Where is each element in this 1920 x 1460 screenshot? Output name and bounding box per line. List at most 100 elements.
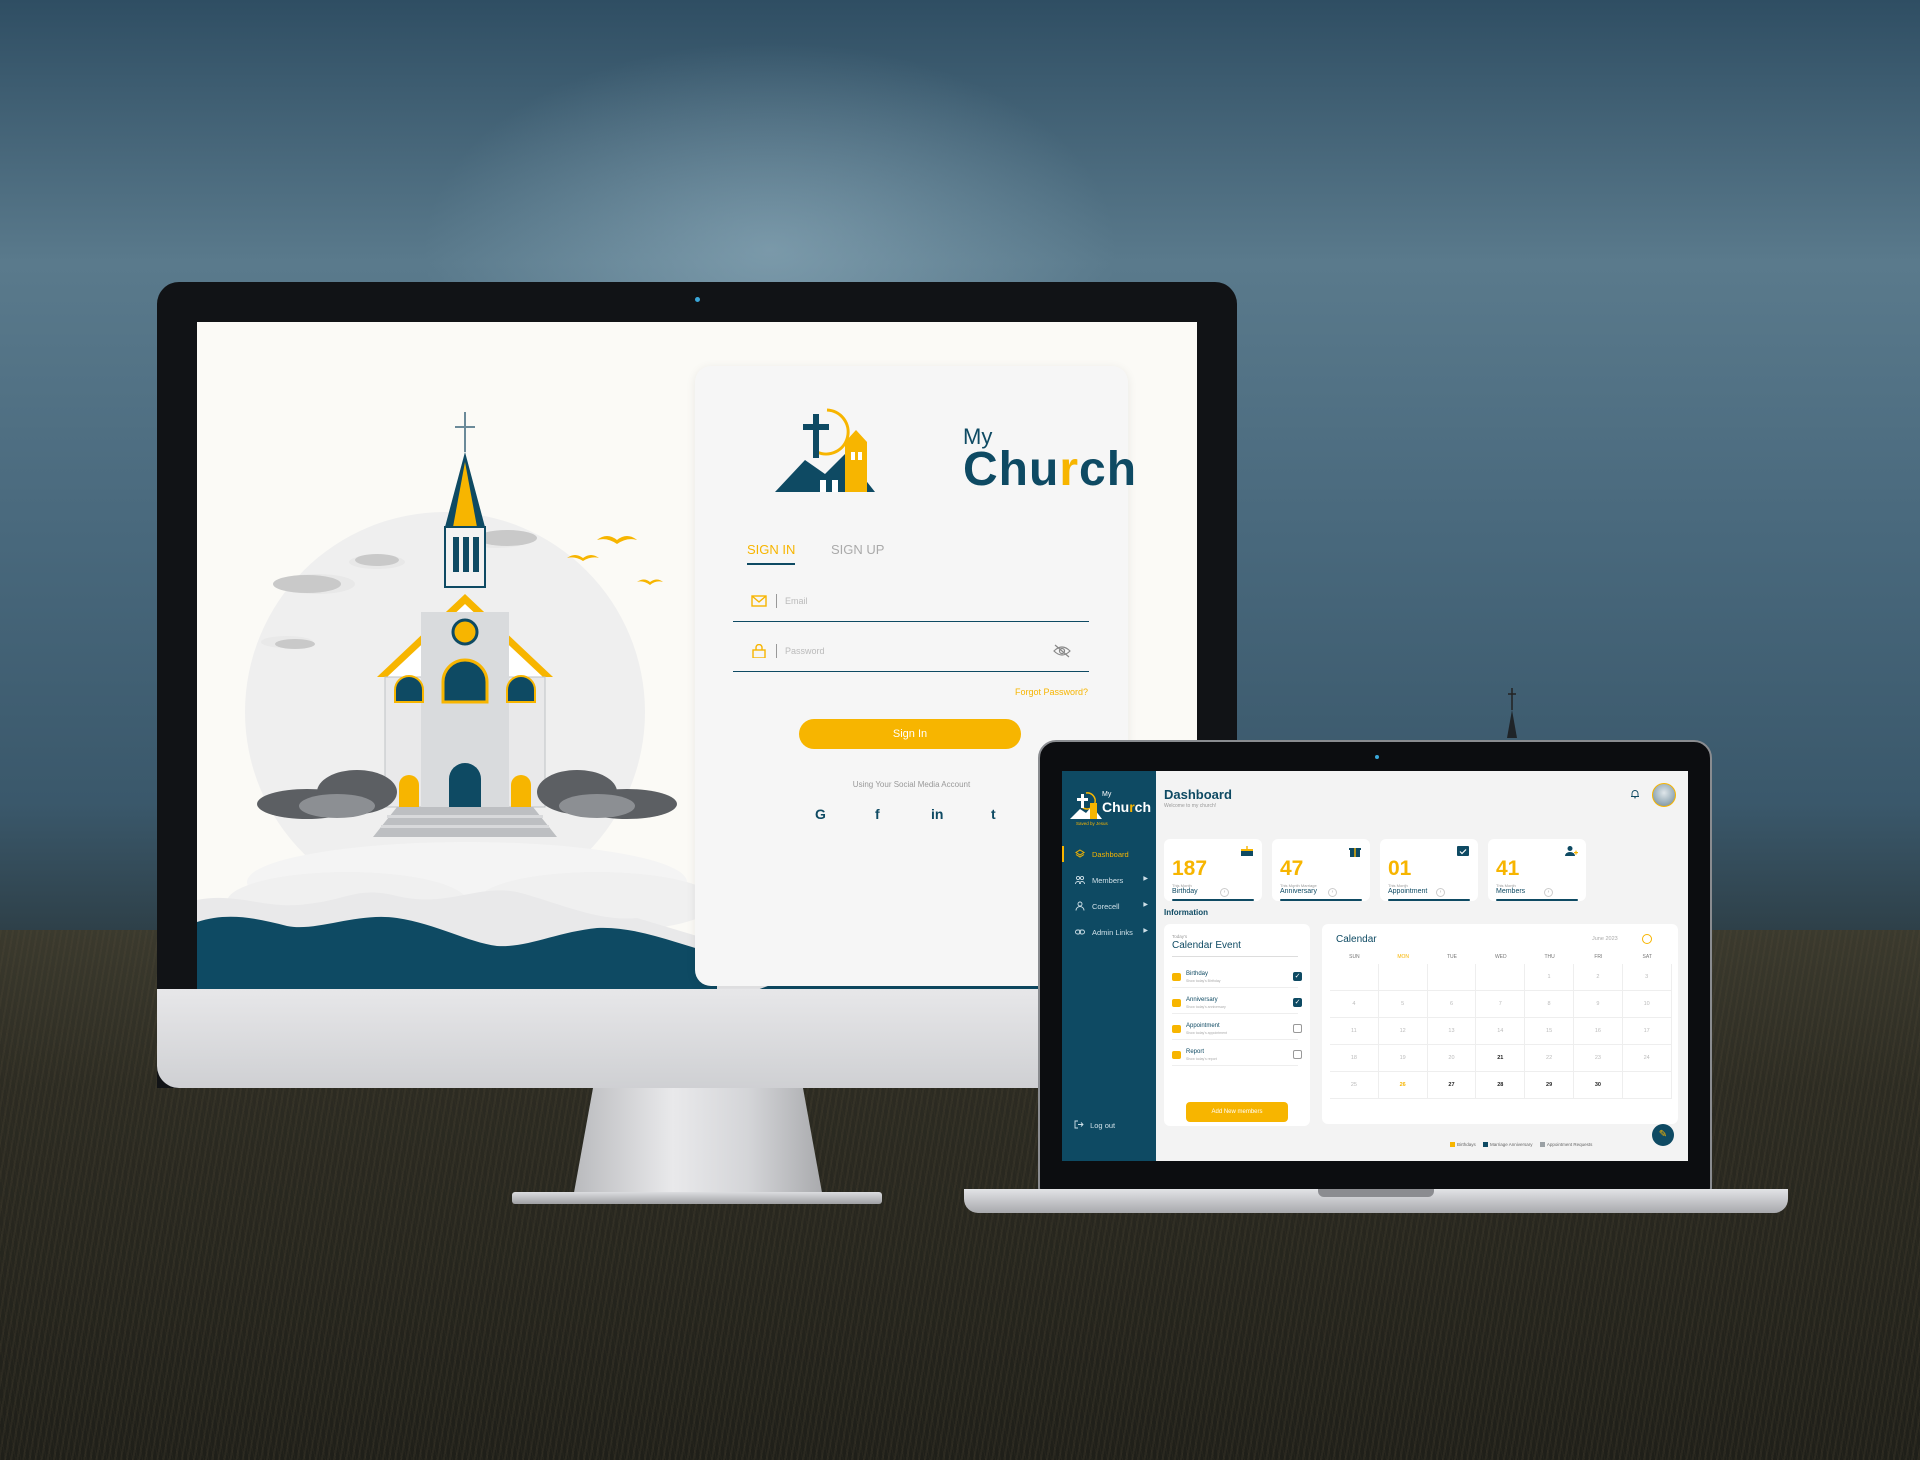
calendar-day-cell[interactable]: 21 xyxy=(1476,1045,1526,1072)
calendar-day-cell[interactable]: 15 xyxy=(1525,1018,1574,1045)
sidebar: My Church Saved by Jesus Dashboard Membe… xyxy=(1062,771,1156,1161)
monitor-stand-base xyxy=(512,1192,882,1204)
twitter-icon[interactable]: t xyxy=(991,806,996,822)
calendar-day-cell[interactable]: 25 xyxy=(1330,1072,1379,1099)
calendar-day-cell[interactable]: 17 xyxy=(1622,1018,1672,1045)
calendar-day-cell[interactable]: 27 xyxy=(1427,1072,1477,1099)
calendar-day-cell[interactable]: 7 xyxy=(1476,991,1526,1018)
event-row-appointment[interactable]: Appointment Show today's appointment xyxy=(1172,1022,1304,1042)
calendar-day-cell[interactable]: 12 xyxy=(1378,1018,1428,1045)
stat-card-birthday[interactable]: 187 This Month Birthday › xyxy=(1164,839,1262,901)
stat-card-anniversary[interactable]: 47 This Month Marriage Anniversary › xyxy=(1272,839,1370,901)
calendar-day-cell[interactable] xyxy=(1622,1072,1672,1099)
calendar-check-icon xyxy=(1457,846,1469,856)
calendar-day-cell[interactable] xyxy=(1330,964,1379,991)
event-checkbox[interactable] xyxy=(1293,1024,1302,1033)
calendar-day-cell[interactable]: 22 xyxy=(1525,1045,1574,1072)
calendar-day-cell[interactable] xyxy=(1476,964,1526,991)
sidebar-item-label: Dashboard xyxy=(1092,850,1129,859)
avatar[interactable] xyxy=(1652,783,1676,807)
calendar-day-cell[interactable]: 20 xyxy=(1427,1045,1477,1072)
calendar-day-cell[interactable]: 30 xyxy=(1574,1072,1623,1099)
calendar-day-cell[interactable]: 29 xyxy=(1525,1072,1574,1099)
event-checkbox[interactable] xyxy=(1293,1050,1302,1059)
event-subtitle: Show today's appointment xyxy=(1186,1031,1227,1035)
stat-value: 01 xyxy=(1388,857,1412,880)
webcam xyxy=(695,297,700,302)
field-separator xyxy=(776,594,777,608)
stat-label: Birthday xyxy=(1172,888,1198,895)
section-title: Information xyxy=(1164,908,1208,917)
event-title: Anniversary xyxy=(1186,997,1218,1003)
calendar-day-cell[interactable]: 18 xyxy=(1330,1045,1379,1072)
calendar-day-header: WED xyxy=(1494,954,1507,960)
calendar-day-cell[interactable]: 8 xyxy=(1525,991,1574,1018)
calendar-day-cell[interactable]: 24 xyxy=(1622,1045,1672,1072)
calendar-title: Calendar xyxy=(1336,934,1377,945)
bell-icon[interactable] xyxy=(1630,789,1640,799)
calendar-day-cell[interactable]: 13 xyxy=(1427,1018,1477,1045)
calendar-event-card: Today's Calendar Event Birthday Show tod… xyxy=(1164,924,1310,1126)
calendar-day-cell[interactable]: 26 xyxy=(1378,1072,1428,1099)
calendar-day-cell[interactable] xyxy=(1378,964,1428,991)
events-today-label: Today's xyxy=(1172,934,1188,939)
arrow-icon[interactable]: › xyxy=(1436,888,1445,897)
calendar-day-cell[interactable]: 1 xyxy=(1525,964,1574,991)
calendar-day-cell[interactable]: 6 xyxy=(1427,991,1477,1018)
sidebar-item-members[interactable]: Members ▶ xyxy=(1062,869,1156,891)
calendar-day-cell[interactable]: 28 xyxy=(1476,1072,1526,1099)
stat-card-members[interactable]: 41 This Month Members › xyxy=(1488,839,1586,901)
logout-button[interactable]: Log out xyxy=(1074,1120,1115,1130)
arrow-icon[interactable]: › xyxy=(1544,888,1553,897)
calendar-day-header: SAT xyxy=(1642,954,1652,960)
calendar-day-cell[interactable]: 23 xyxy=(1574,1045,1623,1072)
church-logo-icon xyxy=(775,408,875,492)
calendar-day-cell[interactable] xyxy=(1427,964,1477,991)
facebook-icon[interactable]: f xyxy=(875,806,880,822)
calendar-day-cell[interactable]: 4 xyxy=(1330,991,1379,1018)
sidebar-item-admin-links[interactable]: Admin Links ▶ xyxy=(1062,921,1156,943)
google-icon[interactable]: G xyxy=(815,806,826,822)
eye-slash-icon[interactable] xyxy=(1053,644,1071,658)
stat-value: 41 xyxy=(1496,857,1520,880)
stat-label: Anniversary xyxy=(1280,888,1317,895)
gift-icon xyxy=(1349,848,1361,857)
event-checkbox[interactable]: ✓ xyxy=(1293,972,1302,981)
event-row-anniversary[interactable]: Anniversary Show today's anniversary ✓ xyxy=(1172,996,1304,1016)
sidebar-item-corecell[interactable]: Corecell ▶ xyxy=(1062,895,1156,917)
calendar-day-cell[interactable]: 14 xyxy=(1476,1018,1526,1045)
email-input[interactable] xyxy=(785,591,1055,611)
arrow-icon[interactable]: › xyxy=(1328,888,1337,897)
add-new-members-button[interactable]: Add New members xyxy=(1186,1102,1288,1122)
password-input[interactable] xyxy=(785,641,1055,661)
tab-sign-in[interactable]: SIGN IN xyxy=(747,542,796,565)
arrow-icon[interactable]: › xyxy=(1220,888,1229,897)
calendar-month: June 2023 xyxy=(1592,936,1618,942)
password-field-row xyxy=(733,638,1089,672)
calendar-day-cell[interactable]: 10 xyxy=(1622,991,1672,1018)
calendar-day-cell[interactable]: 3 xyxy=(1622,964,1672,991)
page-subtitle: Welcome to my church! xyxy=(1164,803,1217,809)
linkedin-icon[interactable]: in xyxy=(931,806,943,822)
edit-fab-button[interactable]: ✎ xyxy=(1652,1124,1674,1146)
event-checkbox[interactable]: ✓ xyxy=(1293,998,1302,1007)
calendar-day-cell[interactable]: 11 xyxy=(1330,1018,1379,1045)
calendar-day-cell[interactable]: 19 xyxy=(1378,1045,1428,1072)
event-row-report[interactable]: Report Show today's report xyxy=(1172,1048,1304,1068)
logout-icon xyxy=(1074,1120,1084,1129)
sidebar-item-dashboard[interactable]: Dashboard xyxy=(1062,843,1156,865)
calendar-day-cell[interactable]: 16 xyxy=(1574,1018,1623,1045)
stat-card-appointment[interactable]: 01 This Month Appointment › xyxy=(1380,839,1478,901)
legend-swatch-appointments xyxy=(1539,1142,1545,1147)
calendar-grid: SUN MON TUE WED THU FRI SAT 1 2 3 4 5 6 7 8 9 10 11 12 13 14… xyxy=(1330,954,1672,1114)
calendar-day-cell[interactable]: 5 xyxy=(1378,991,1428,1018)
sign-in-button[interactable]: Sign In xyxy=(799,719,1021,749)
tab-sign-up[interactable]: SIGN UP xyxy=(831,542,884,557)
event-row-birthday[interactable]: Birthday Show today's Birthday ✓ xyxy=(1172,970,1304,990)
email-field-row xyxy=(733,588,1089,622)
forgot-password-link[interactable]: Forgot Password? xyxy=(1015,687,1088,697)
calendar-picker-icon[interactable] xyxy=(1642,934,1652,944)
calendar-day-cell[interactable]: 9 xyxy=(1574,991,1623,1018)
stat-label: Members xyxy=(1496,888,1526,895)
calendar-day-cell[interactable]: 2 xyxy=(1574,964,1623,991)
